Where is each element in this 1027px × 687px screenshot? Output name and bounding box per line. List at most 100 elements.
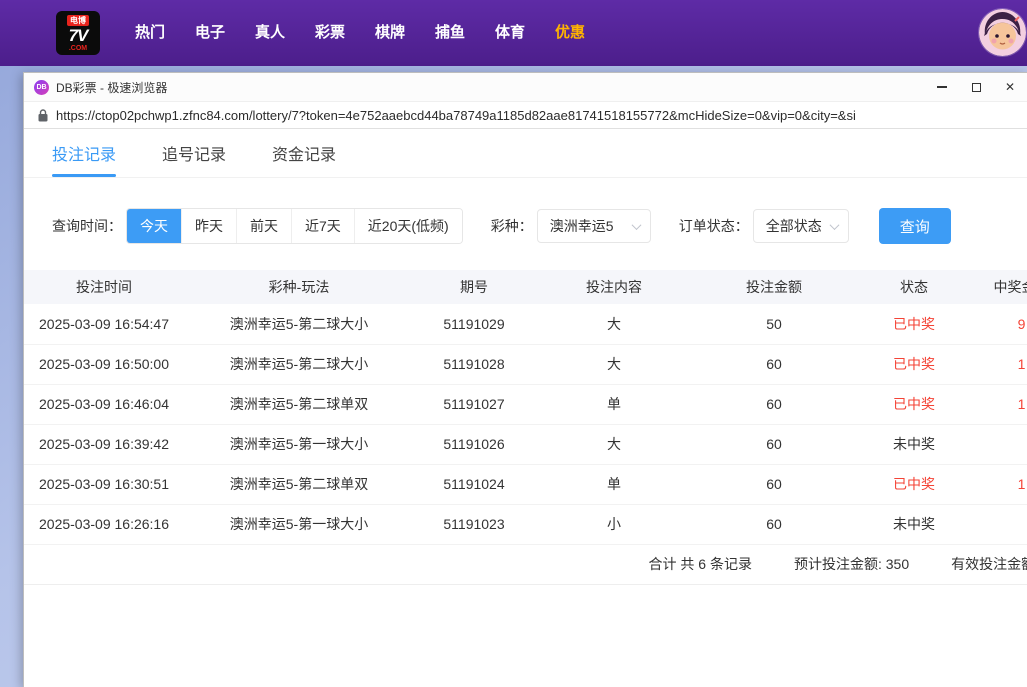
bet-time: 2025-03-09 16:39:42 [24,424,184,464]
table-row: 2025-03-09 16:50:00澳洲幸运5-第二球大小51191028大6… [24,344,1027,384]
bet-amount: 50 [694,304,854,344]
table-header-row: 投注时间彩种-玩法期号投注内容投注金额状态中奖金额 [24,270,1027,304]
column-header: 中奖金额 [974,270,1027,304]
maximize-icon [972,83,981,92]
status-select-value: 全部状态 [766,216,822,236]
nav-item-2[interactable]: 电子 [180,0,240,66]
lottery-select[interactable]: 澳洲幸运5 [537,209,651,243]
site-logo[interactable]: 电博 7V .COM [56,11,100,55]
nav-item-1[interactable]: 热门 [120,0,180,66]
tab-3[interactable]: 资金记录 [272,129,336,177]
avatar-image [979,9,1026,56]
minimize-button[interactable] [925,73,959,101]
column-header: 投注金额 [694,270,854,304]
status-cell: 已中奖 [854,344,974,384]
user-avatar[interactable] [979,9,1026,56]
query-button[interactable]: 查询 [879,208,951,244]
nav-item-6[interactable]: 捕鱼 [420,0,480,66]
nav-item-5[interactable]: 棋牌 [360,0,420,66]
browser-window: DB DB彩票 - 极速浏览器 ✕ https://ctop02pchwp1.z… [23,72,1027,687]
column-header: 状态 [854,270,974,304]
time-option[interactable]: 近20天(低频) [354,209,462,243]
game-play: 澳洲幸运5-第一球大小 [184,504,414,544]
status-cell: 已中奖 [854,384,974,424]
bet-amount: 60 [694,344,854,384]
bet-time: 2025-03-09 16:50:00 [24,344,184,384]
chevron-down-icon [631,220,641,230]
bet-time: 2025-03-09 16:26:16 [24,504,184,544]
game-play: 澳洲幸运5-第二球大小 [184,304,414,344]
window-titlebar: DB DB彩票 - 极速浏览器 ✕ [24,73,1027,101]
nav-item-7[interactable]: 体育 [480,0,540,66]
tabs: 投注记录追号记录资金记录 [24,129,1027,178]
time-option[interactable]: 昨天 [181,209,236,243]
bet-amount: 60 [694,424,854,464]
column-header: 彩种-玩法 [184,270,414,304]
summary-valid-amount: 有效投注金额: [951,554,1027,574]
site-favicon: DB [34,80,49,95]
url-text: https://ctop02pchwp1.zfnc84.com/lottery/… [56,108,856,123]
column-header: 期号 [414,270,534,304]
bet-time: 2025-03-09 16:54:47 [24,304,184,344]
table-body: 2025-03-09 16:54:47澳洲幸运5-第二球大小51191029大5… [24,304,1027,544]
game-play: 澳洲幸运5-第一球大小 [184,424,414,464]
nav-item-8[interactable]: 优惠 [540,0,600,66]
address-bar[interactable]: https://ctop02pchwp1.zfnc84.com/lottery/… [24,101,1027,129]
lottery-select-value: 澳洲幸运5 [550,216,614,236]
page-content: 投注记录追号记录资金记录 查询时间： 今天昨天前天近7天近20天(低频) 彩种：… [24,129,1027,687]
status-cell: 已中奖 [854,464,974,504]
bet-content: 大 [534,424,694,464]
maximize-button[interactable] [959,73,993,101]
bet-content: 大 [534,304,694,344]
chevron-down-icon [829,220,839,230]
lottery-filter-label: 彩种： [491,216,533,236]
win-amount-cell: 1 [974,384,1027,424]
bet-records-table-wrap: 投注时间彩种-玩法期号投注内容投注金额状态中奖金额 2025-03-09 16:… [24,270,1027,585]
issue-number: 51191027 [414,384,534,424]
close-button[interactable]: ✕ [993,73,1027,101]
table-row: 2025-03-09 16:46:04澳洲幸运5-第二球单双51191027单6… [24,384,1027,424]
win-amount-cell: 9 [974,304,1027,344]
issue-number: 51191023 [414,504,534,544]
bet-amount: 60 [694,464,854,504]
nav-item-4[interactable]: 彩票 [300,0,360,66]
table-row: 2025-03-09 16:54:47澳洲幸运5-第二球大小51191029大5… [24,304,1027,344]
table-row: 2025-03-09 16:39:42澳洲幸运5-第一球大小51191026大6… [24,424,1027,464]
bet-content: 小 [534,504,694,544]
win-amount-cell [974,504,1027,544]
bet-content: 单 [534,464,694,504]
game-play: 澳洲幸运5-第二球单双 [184,384,414,424]
issue-number: 51191026 [414,424,534,464]
win-amount-cell: 1 [974,344,1027,384]
site-topbar: 电博 7V .COM 热门电子真人彩票棋牌捕鱼体育优惠 [0,0,1027,66]
minimize-icon [937,86,947,88]
tab-2[interactable]: 追号记录 [162,129,226,177]
column-header: 投注内容 [534,270,694,304]
game-play: 澳洲幸运5-第二球单双 [184,464,414,504]
bet-records-table: 投注时间彩种-玩法期号投注内容投注金额状态中奖金额 2025-03-09 16:… [24,270,1027,545]
filter-bar: 查询时间： 今天昨天前天近7天近20天(低频) 彩种： 澳洲幸运5 订单状态： … [52,208,1027,244]
tab-1[interactable]: 投注记录 [52,129,116,177]
summary-expected-amount: 预计投注金额: 350 [794,554,909,574]
time-option[interactable]: 今天 [127,209,181,243]
win-amount-cell: 1 [974,464,1027,504]
table-row: 2025-03-09 16:26:16澳洲幸运5-第一球大小51191023小6… [24,504,1027,544]
table-row: 2025-03-09 16:30:51澳洲幸运5-第二球单双51191024单6… [24,464,1027,504]
time-option[interactable]: 前天 [236,209,291,243]
time-filter-label: 查询时间： [52,216,122,236]
window-title: DB彩票 - 极速浏览器 [56,79,925,96]
top-nav: 热门电子真人彩票棋牌捕鱼体育优惠 [120,0,600,66]
close-icon: ✕ [1005,81,1015,93]
game-play: 澳洲幸运5-第二球大小 [184,344,414,384]
status-cell: 已中奖 [854,304,974,344]
bet-content: 大 [534,344,694,384]
issue-number: 51191029 [414,304,534,344]
column-header: 投注时间 [24,270,184,304]
order-status-select[interactable]: 全部状态 [753,209,849,243]
logo-badge: 电博 [67,15,89,26]
time-option[interactable]: 近7天 [291,209,354,243]
issue-number: 51191024 [414,464,534,504]
issue-number: 51191028 [414,344,534,384]
time-range-group: 今天昨天前天近7天近20天(低频) [126,208,463,244]
nav-item-3[interactable]: 真人 [240,0,300,66]
